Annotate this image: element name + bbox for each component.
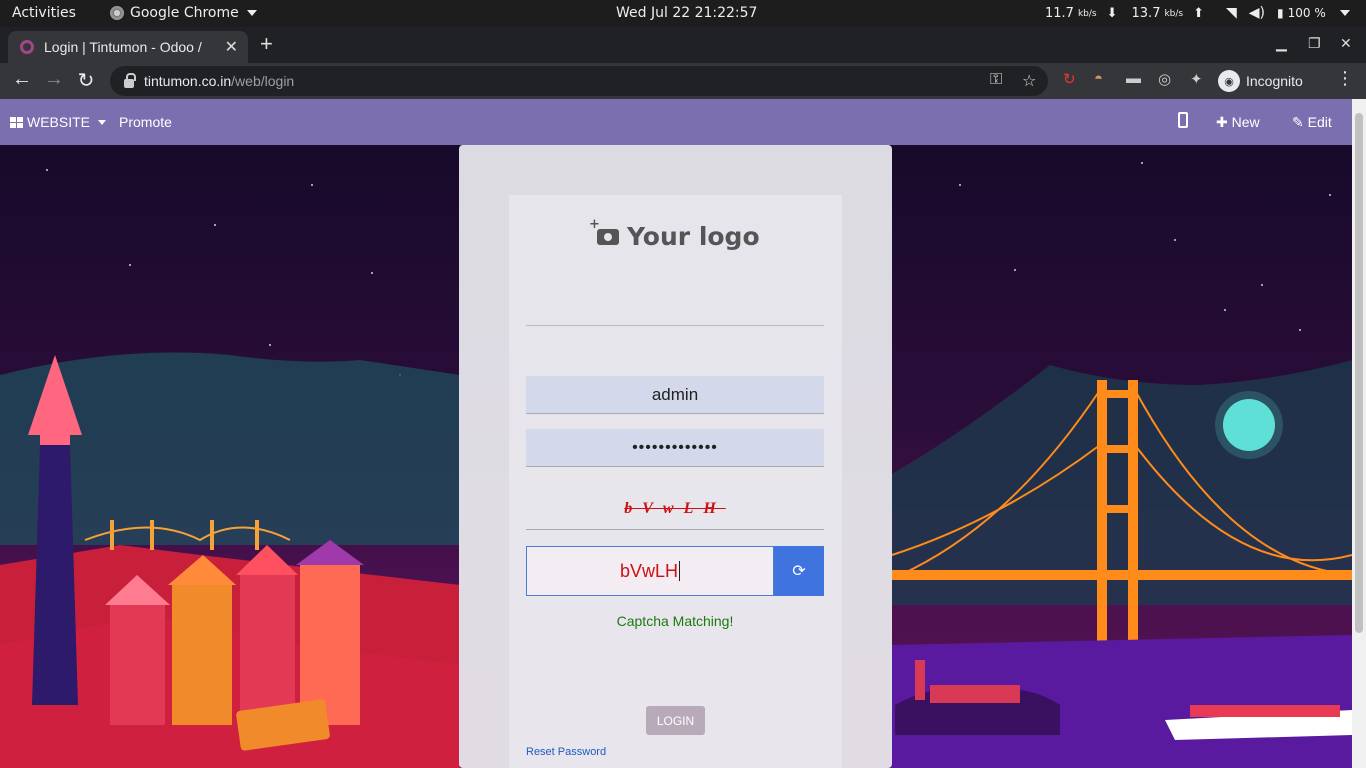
captcha-text: bVwLH [624, 499, 726, 517]
forward-button[interactable]: → [42, 68, 66, 91]
logo-divider [526, 325, 824, 326]
upload-speed: 13.7 [1131, 6, 1161, 21]
reset-password-link[interactable]: Reset Password [526, 746, 606, 758]
star-icon[interactable]: ☆ [1022, 71, 1036, 91]
odoo-favicon-icon [20, 40, 34, 54]
close-tab-icon[interactable]: ✕ [225, 37, 238, 57]
back-button[interactable]: ← [10, 68, 34, 91]
system-tray[interactable]: ◥ ◀) ▮ 100 % [1226, 5, 1350, 21]
clock[interactable]: Wed Jul 22 21:22:57 [616, 5, 757, 21]
menu-kebab-icon[interactable]: ⋮ [1333, 68, 1357, 89]
close-window-button[interactable]: ✕ [1340, 35, 1352, 52]
download-unit: kb/s [1077, 8, 1097, 19]
edit-label: Edit [1307, 114, 1332, 130]
arrow-down-icon: ⬇ [1106, 6, 1118, 21]
chevron-down-icon [98, 119, 107, 125]
incognito-indicator[interactable]: ◉ Incognito [1218, 67, 1303, 95]
battery-icon: ▮ [1277, 6, 1284, 20]
captcha-status: Captcha Matching! [616, 613, 734, 629]
login-panel [509, 195, 842, 768]
camera-icon [589, 217, 619, 245]
text-cursor [679, 561, 681, 581]
arrow-up-icon: ⬆ [1193, 6, 1205, 21]
new-button[interactable]: ✚ New [1216, 114, 1260, 131]
minimize-button[interactable]: ▁ [1276, 35, 1287, 52]
chevron-down-icon [246, 10, 257, 16]
restore-button[interactable]: ❐ [1308, 35, 1321, 52]
system-top-bar: Activities Google Chrome Wed Jul 22 21:2… [0, 0, 1366, 27]
address-bar[interactable]: tintumon.co.in/web/login ⚿ ☆ [110, 66, 1048, 96]
browser-tab[interactable]: Login | Tintumon - Odoo / ✕ [8, 31, 248, 63]
tab-strip: Login | Tintumon - Odoo / ✕ + ▁ ❐ ✕ [0, 27, 1366, 63]
url-host: tintumon.co.in [144, 73, 232, 89]
promote-menu[interactable]: Promote [119, 114, 172, 130]
key-icon[interactable]: ⚿ [990, 71, 1002, 89]
apps-grid-icon [10, 116, 23, 128]
activities-button[interactable]: Activities [12, 5, 76, 21]
captcha-refresh-button[interactable]: ⟳ [774, 546, 824, 596]
incognito-label: Incognito [1246, 73, 1303, 89]
refresh-icon: ⟳ [792, 563, 806, 580]
website-editor-bar: WEBSITE Promote ✚ New ✎ Edit [0, 99, 1352, 145]
scrollbar-thumb[interactable] [1355, 113, 1363, 633]
page-scrollbar[interactable] [1352, 99, 1366, 768]
plus-icon: ✚ [1216, 114, 1232, 130]
upload-unit: kb/s [1164, 8, 1184, 19]
login-button[interactable]: LOGIN [646, 706, 705, 735]
pencil-icon: ✎ [1292, 114, 1308, 130]
captcha-input[interactable]: bVwLH [526, 546, 774, 596]
logo-text: Your logo [627, 222, 760, 251]
network-speed: 11.7 kb/s ⬇ 13.7 kb/s ⬆ [1045, 6, 1204, 21]
password-input[interactable]: ••••••••••••• [526, 429, 824, 467]
extension-reload-icon[interactable]: ↻ [1063, 70, 1076, 88]
edit-button[interactable]: ✎ Edit [1292, 114, 1332, 131]
battery-level: 100 % [1287, 6, 1326, 20]
captcha-image: bVwLH [526, 488, 824, 530]
captcha-input-value: bVwLH [619, 560, 679, 581]
browser-toolbar: ← → ↻ tintumon.co.in/web/login ⚿ ☆ ↻ ◓ ▬… [0, 63, 1366, 99]
app-menu[interactable]: Google Chrome [110, 5, 257, 21]
url-path: /web/login [231, 73, 295, 89]
tab-title: Login | Tintumon - Odoo / [44, 39, 202, 55]
app-name: Google Chrome [130, 5, 239, 21]
lock-icon[interactable] [124, 72, 136, 88]
new-tab-button[interactable]: + [260, 31, 273, 57]
download-speed: 11.7 [1045, 6, 1074, 21]
extension-circle-icon[interactable]: ◎ [1158, 70, 1171, 88]
reload-button[interactable]: ↻ [74, 68, 98, 93]
website-label: WEBSITE [27, 114, 91, 130]
mobile-preview-icon[interactable] [1178, 112, 1188, 128]
site-logo[interactable]: Your logo [589, 217, 760, 252]
incognito-icon: ◉ [1218, 70, 1240, 92]
wifi-icon: ◥ [1226, 5, 1237, 21]
extension-folder-icon[interactable]: ▬ [1126, 70, 1141, 87]
extensions-puzzle-icon[interactable]: ✦ [1190, 70, 1203, 88]
website-menu[interactable]: WEBSITE [10, 114, 107, 130]
new-label: New [1231, 114, 1260, 130]
extension-agent-icon[interactable]: ◓ [1094, 70, 1103, 87]
volume-icon: ◀) [1248, 5, 1266, 21]
chrome-icon [110, 6, 124, 20]
chevron-down-icon [1339, 10, 1350, 16]
username-input[interactable]: admin [526, 376, 824, 414]
